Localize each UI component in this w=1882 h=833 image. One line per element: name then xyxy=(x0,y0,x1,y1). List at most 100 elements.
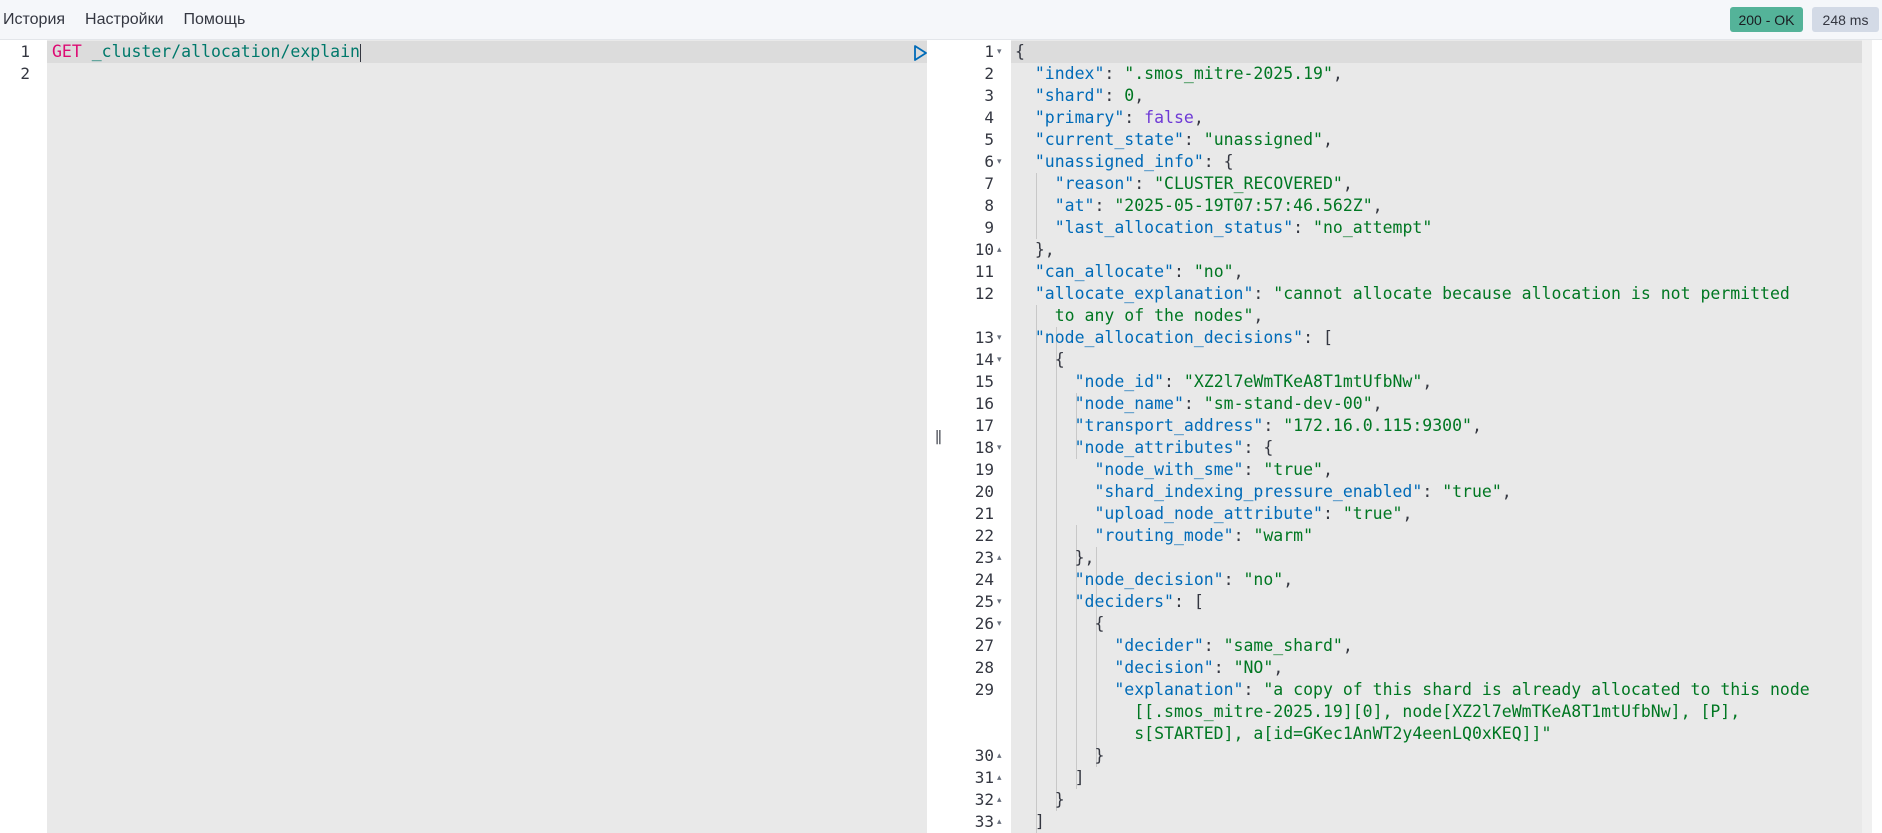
line-number: 31 xyxy=(974,768,994,787)
response-gutter: 1 ▾ 2 3 4 5 6 ▾ 7 8 9 10 ▴ 11 12 13 ▾ 14 ▾ 15 16 17 18 ▾ 19 20 21 2… xyxy=(948,40,1011,833)
fold-collapse-icon[interactable]: ▾ xyxy=(997,613,1007,635)
line-number: 18 xyxy=(974,438,994,457)
json-token: : { xyxy=(1243,438,1274,457)
json-token: : xyxy=(1164,372,1184,391)
response-line: "index": ".smos_mitre-2025.19", xyxy=(1015,63,1343,85)
line-number: 23 xyxy=(974,548,994,567)
json-token: : xyxy=(1233,526,1254,545)
response-line: { xyxy=(1015,613,1104,635)
json-token: "sm-stand-dev-00" xyxy=(1203,394,1373,413)
json-token: "decider" xyxy=(1114,636,1204,655)
response-line: "reason": "CLUSTER_RECOVERED", xyxy=(1015,173,1353,195)
panel-splitter[interactable]: || xyxy=(927,40,948,833)
json-token: "CLUSTER_RECOVERED" xyxy=(1154,174,1343,193)
splitter-grip: || xyxy=(934,428,943,445)
fold-collapse-icon[interactable]: ▾ xyxy=(997,437,1007,459)
response-line: "node_id": "XZ2l7eWmTKeA8T1mtUfbNw", xyxy=(1015,371,1433,393)
json-token: "node_decision" xyxy=(1074,570,1224,589)
json-token: : xyxy=(1124,108,1145,127)
request-line[interactable]: GET _cluster/allocation/explain xyxy=(52,41,361,63)
line-number: 1 xyxy=(20,42,30,61)
response-line: "decision": "NO", xyxy=(1015,657,1283,679)
fold-collapse-icon[interactable]: ▾ xyxy=(997,41,1007,63)
json-token: : xyxy=(1422,482,1443,501)
line-number: 17 xyxy=(974,416,994,435)
json-token: "true" xyxy=(1263,460,1323,479)
json-token: : xyxy=(1253,284,1274,303)
menu-help[interactable]: Помощь xyxy=(184,11,246,29)
response-line: "can_allocate": "no", xyxy=(1015,261,1244,283)
fold-collapse-icon[interactable]: ▾ xyxy=(997,591,1007,613)
line-number xyxy=(948,305,994,327)
json-token: [[.smos_mitre-2025.19][0], node[XZ2l7eWm… xyxy=(1015,702,1741,721)
fold-collapse-icon[interactable]: ▾ xyxy=(997,349,1007,371)
fold-expand-icon[interactable]: ▴ xyxy=(997,547,1007,569)
response-scrollbar[interactable] xyxy=(1862,40,1872,833)
menu-settings[interactable]: Настройки xyxy=(85,11,163,29)
response-viewer[interactable]: 1 ▾ 2 3 4 5 6 ▾ 7 8 9 10 ▴ 11 12 13 ▾ 14 ▾ 15 16 17 18 ▾ 19 20 21 2… xyxy=(948,40,1882,833)
json-token: "explanation" xyxy=(1114,680,1244,699)
json-token: "decision" xyxy=(1114,658,1214,677)
response-line: } xyxy=(1015,745,1104,767)
json-token: "unassigned_info" xyxy=(1034,152,1204,171)
line-number: 14 xyxy=(974,350,994,369)
json-token: "a copy of this shard is already allocat… xyxy=(1263,680,1810,699)
json-token: "transport_address" xyxy=(1074,416,1264,435)
json-token: "2025-05-19T07:57:46.562Z" xyxy=(1114,196,1373,215)
response-line: { xyxy=(1015,41,1025,63)
response-code-area[interactable]: { "index": ".smos_mitre-2025.19", "shard… xyxy=(1011,40,1872,833)
line-number: 11 xyxy=(974,262,994,281)
request-code-area[interactable]: GET _cluster/allocation/explain xyxy=(47,40,958,833)
json-token: : xyxy=(1173,262,1194,281)
top-menu: История Настройки Помощь xyxy=(0,0,262,40)
fold-expand-icon[interactable]: ▴ xyxy=(997,239,1007,261)
fold-expand-icon[interactable]: ▴ xyxy=(997,789,1007,811)
fold-collapse-icon[interactable]: ▾ xyxy=(997,151,1007,173)
json-token: , xyxy=(1322,460,1333,479)
json-token: "true" xyxy=(1342,504,1403,523)
json-token: } xyxy=(1015,746,1105,765)
line-number: 12 xyxy=(974,284,994,303)
fold-expand-icon[interactable]: ▴ xyxy=(997,767,1007,789)
response-line: "transport_address": "172.16.0.115:9300"… xyxy=(1015,415,1482,437)
line-number: 28 xyxy=(974,658,994,677)
json-token: : xyxy=(1104,64,1125,83)
json-token: , xyxy=(1332,64,1343,83)
fold-expand-icon[interactable]: ▴ xyxy=(997,811,1007,833)
json-token: "deciders" xyxy=(1074,592,1174,611)
json-token: "node_with_sme" xyxy=(1094,460,1244,479)
json-token: "no_attempt" xyxy=(1313,218,1433,237)
response-line: }, xyxy=(1015,239,1055,261)
response-line: "shard": 0, xyxy=(1015,85,1144,107)
top-bar: История Настройки Помощь 200 - OK 248 ms xyxy=(0,0,1882,40)
json-token: , xyxy=(1283,570,1294,589)
response-line: "current_state": "unassigned", xyxy=(1015,129,1333,151)
line-number: 9 xyxy=(984,218,994,237)
response-time-badge: 248 ms xyxy=(1812,7,1879,32)
json-token: "last_allocation_status" xyxy=(1054,218,1294,237)
json-token: "node_name" xyxy=(1074,394,1184,413)
json-token: : { xyxy=(1203,152,1234,171)
response-line: ] xyxy=(1015,811,1045,833)
fold-collapse-icon[interactable]: ▾ xyxy=(997,327,1007,349)
json-token: : xyxy=(1243,680,1264,699)
line-number: 16 xyxy=(974,394,994,413)
response-line: "unassigned_info": { xyxy=(1015,151,1234,173)
request-editor[interactable]: 1 2 GET _cluster/allocation/explain xyxy=(0,40,958,833)
json-token: , xyxy=(1193,108,1204,127)
response-line: }, xyxy=(1015,547,1095,569)
fold-expand-icon[interactable]: ▴ xyxy=(997,745,1007,767)
line-number: 30 xyxy=(974,746,994,765)
menu-history[interactable]: История xyxy=(3,11,65,29)
